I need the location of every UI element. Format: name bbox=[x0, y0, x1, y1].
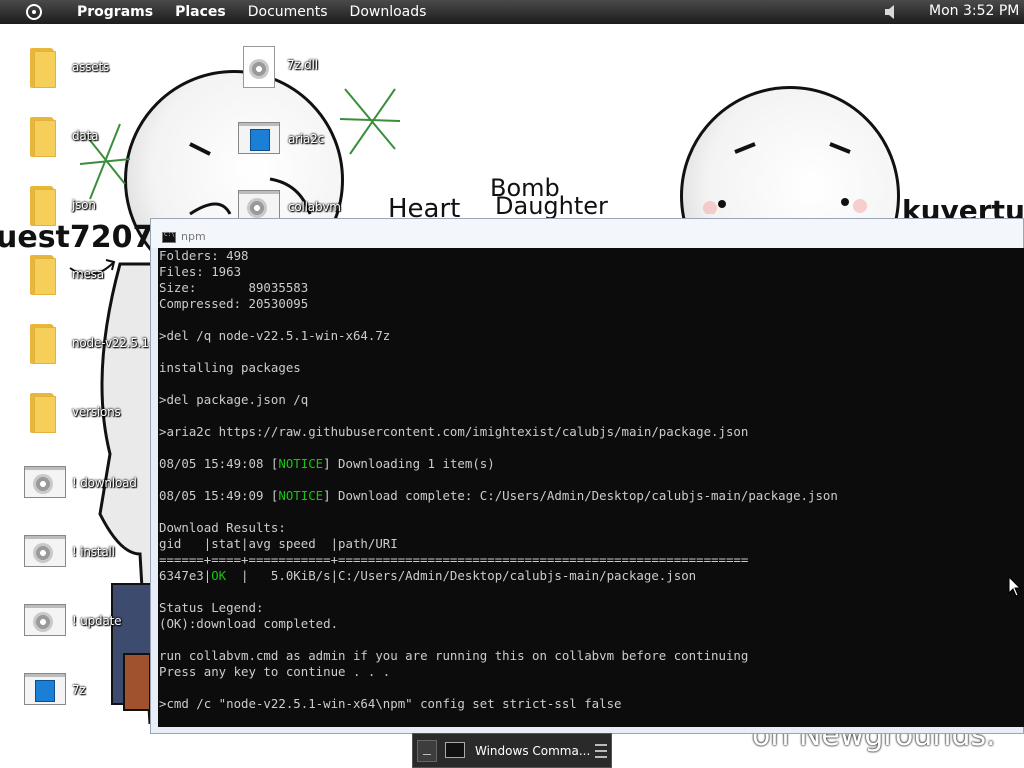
console-output[interactable]: Folders: 498 Files: 1963 Size: 89035583 Com… bbox=[158, 248, 1024, 727]
taskbar-window-button[interactable]: Windows Comma... bbox=[412, 733, 612, 768]
menu-programs[interactable]: Programs bbox=[66, 4, 164, 20]
menu-documents[interactable]: Documents bbox=[237, 4, 339, 20]
desktop-file-7z-dll[interactable]: 7z.dll bbox=[243, 46, 363, 96]
folder-icon bbox=[28, 48, 56, 88]
console-line: Size: 89035583 bbox=[159, 280, 309, 295]
taskbar-window-label: Windows Comma... bbox=[475, 744, 591, 758]
console-line: 08/05 15:49:08 [NOTICE] Downloading 1 it… bbox=[159, 456, 495, 471]
desktop-folder-node[interactable]: node-v22.5.1-... bbox=[28, 324, 164, 374]
desktop-script-install[interactable]: ! install bbox=[24, 529, 144, 579]
console-line: (OK):download completed. bbox=[159, 616, 339, 631]
icon-label: versions bbox=[72, 405, 121, 419]
script-icon bbox=[24, 466, 66, 498]
minimize-icon[interactable] bbox=[417, 740, 437, 762]
command-prompt-icon bbox=[162, 231, 176, 243]
desktop-folder-assets[interactable]: assets bbox=[28, 48, 148, 98]
script-icon bbox=[24, 604, 66, 636]
console-line: Press any key to continue . . . bbox=[159, 664, 391, 679]
desktop-folder-data[interactable]: data bbox=[28, 117, 148, 167]
volume-icon[interactable] bbox=[884, 4, 898, 20]
icon-label: ! install bbox=[72, 545, 115, 559]
console-line: >del package.json /q bbox=[159, 392, 309, 407]
icon-label: json bbox=[72, 198, 96, 212]
console-line: Files: 1963 bbox=[159, 264, 242, 279]
folder-icon bbox=[28, 324, 56, 364]
console-line: >cmd /c "node-v22.5.1-win-x64\npm" confi… bbox=[159, 696, 622, 711]
desktop-app-aria2c[interactable]: aria2c bbox=[238, 116, 358, 166]
desktop-folder-json[interactable]: json bbox=[28, 186, 148, 236]
icon-label: collabvm bbox=[288, 200, 341, 214]
desktop-script-download[interactable]: ! download bbox=[24, 460, 144, 510]
console-line: installing packages bbox=[159, 360, 301, 375]
console-line: Folders: 498 bbox=[159, 248, 249, 263]
folder-icon bbox=[28, 117, 56, 157]
icon-label: assets bbox=[72, 60, 109, 74]
console-line: run collabvm.cmd as admin if you are run… bbox=[159, 648, 749, 663]
folder-icon bbox=[28, 255, 56, 295]
app-menu-icon[interactable] bbox=[26, 4, 42, 20]
menu-downloads[interactable]: Downloads bbox=[339, 4, 438, 20]
window-title: npm bbox=[181, 230, 206, 243]
window-titlebar[interactable]: npm bbox=[151, 219, 1023, 248]
console-line: 08/05 15:49:09 [NOTICE] Download complet… bbox=[159, 488, 838, 503]
console-text: Folders: 498 Files: 1963 Size: 89035583 Com… bbox=[158, 248, 1024, 712]
menu-places[interactable]: Places bbox=[164, 4, 237, 20]
console-line: Status Legend: bbox=[159, 600, 264, 615]
icon-label: mesa bbox=[72, 267, 104, 281]
icon-label: aria2c bbox=[288, 132, 325, 146]
wallpaper-daughter-text: Daughter bbox=[495, 192, 608, 220]
mouse-cursor-icon bbox=[1008, 576, 1022, 597]
top-panel: Programs Places Documents Downloads Mon … bbox=[0, 0, 1024, 24]
console-line: >del /q node-v22.5.1-win-x64.7z bbox=[159, 328, 391, 343]
folder-icon bbox=[28, 186, 56, 226]
wallpaper-right-face bbox=[703, 142, 867, 214]
desktop-app-7z[interactable]: 7z bbox=[24, 667, 144, 717]
top-menu: Programs Places Documents Downloads bbox=[66, 4, 437, 20]
application-icon bbox=[24, 673, 66, 705]
icon-label: data bbox=[72, 129, 99, 143]
desktop-folder-versions[interactable]: versions bbox=[28, 393, 148, 443]
console-line: 6347e3|OK | 5.0KiB/s|C:/Users/Admin/Desk… bbox=[159, 568, 697, 583]
dll-file-icon bbox=[243, 46, 275, 88]
clock[interactable]: Mon 3:52 PM bbox=[929, 3, 1019, 19]
console-line: >aria2c https://raw.githubusercontent.co… bbox=[159, 424, 749, 439]
console-line: ======+====+===========+================… bbox=[159, 552, 749, 567]
folder-icon bbox=[28, 393, 56, 433]
icon-label: ! update bbox=[72, 614, 122, 628]
command-prompt-icon bbox=[445, 742, 465, 758]
application-icon bbox=[238, 122, 280, 154]
icon-label: 7z bbox=[72, 683, 86, 697]
icon-label: 7z.dll bbox=[287, 58, 318, 72]
desktop-script-update[interactable]: ! update bbox=[24, 598, 144, 648]
command-prompt-window[interactable]: npm Folders: 498Files: 1963Size: 8903558… bbox=[150, 218, 1024, 734]
desktop-folder-mesa[interactable]: mesa bbox=[28, 255, 148, 305]
script-icon bbox=[24, 535, 66, 567]
hamburger-menu-icon[interactable] bbox=[593, 740, 609, 762]
console-line: gid |stat|avg speed |path/URI bbox=[159, 536, 398, 551]
console-line: Download Results: bbox=[159, 520, 286, 535]
icon-label: ! download bbox=[72, 476, 137, 490]
console-line: Compressed: 20530095 bbox=[159, 296, 309, 311]
